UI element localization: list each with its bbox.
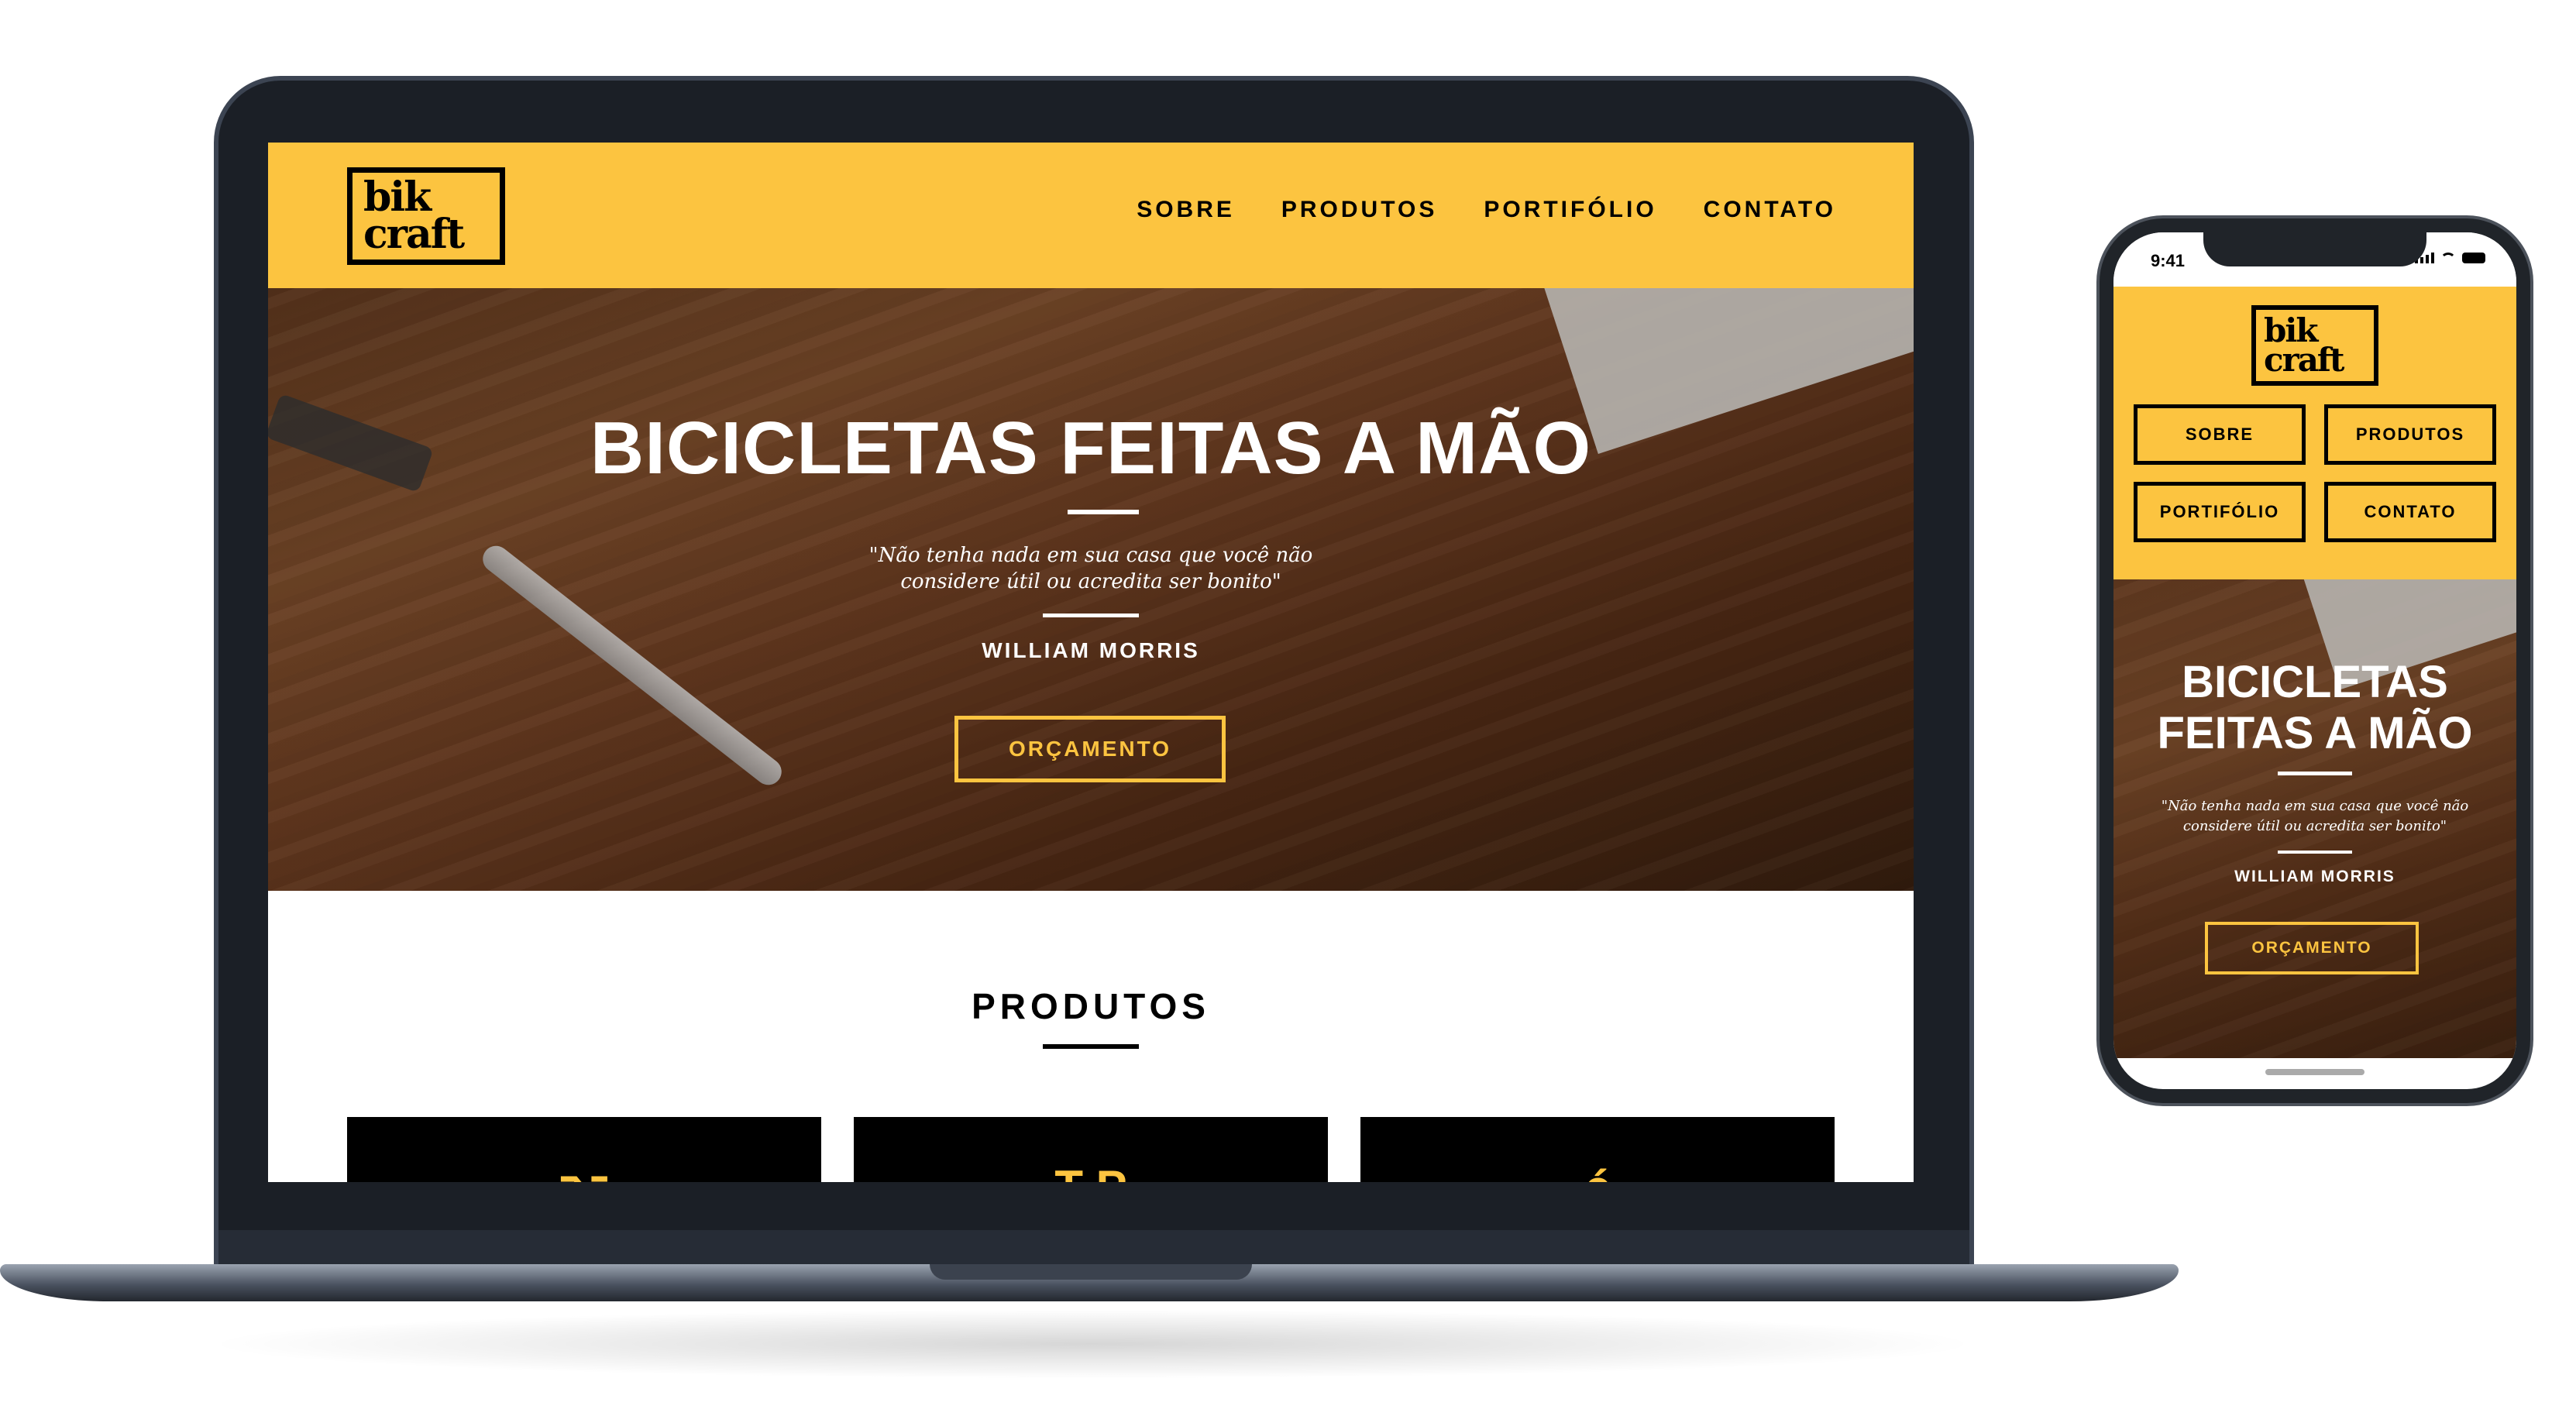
hero-quote-divider bbox=[1043, 613, 1139, 617]
products-title: PRODUTOS bbox=[972, 986, 1210, 1026]
status-icons bbox=[2415, 253, 2485, 263]
orcamento-button[interactable]: ORÇAMENTO bbox=[2205, 922, 2419, 974]
mobile-nav-sobre[interactable]: SOBRE bbox=[2134, 404, 2306, 465]
logo-line-2: craft bbox=[363, 211, 465, 258]
phone-notch bbox=[2203, 226, 2426, 266]
hero-title-line-1: BICICLETAS bbox=[2182, 657, 2448, 707]
mobile-website: 9:41 bik craft SOBRE PRODUTOS PORTIFÓLIO… bbox=[2113, 232, 2516, 1089]
laptop-shadow bbox=[201, 1309, 1983, 1379]
nav-link-sobre[interactable]: SOBRE bbox=[1137, 197, 1235, 223]
device-mockup-stage: bik craft SOBRE PRODUTOS PORTIFÓLIO CONT… bbox=[0, 0, 2576, 1416]
hero-title-divider bbox=[2278, 772, 2352, 775]
nav-link-portifolio[interactable]: PORTIFÓLIO bbox=[1484, 197, 1656, 223]
hero-title: BICICLETAS FEITAS A MÃO bbox=[590, 407, 1592, 490]
hero-title-line-2: FEITAS A MÃO bbox=[2157, 708, 2473, 758]
mobile-hero: BICICLETAS FEITAS A MÃO "Não tenha nada … bbox=[2113, 579, 2516, 1058]
hero-quote-divider bbox=[2278, 851, 2352, 854]
product-card[interactable]: ⌥ bbox=[347, 1117, 821, 1182]
products-title-divider bbox=[1043, 1044, 1139, 1049]
home-indicator[interactable] bbox=[2265, 1069, 2364, 1075]
nav-link-contato[interactable]: CONTATO bbox=[1704, 197, 1836, 223]
logo-icon[interactable]: bik craft bbox=[347, 167, 505, 265]
laptop-hinge-notch bbox=[930, 1264, 1252, 1280]
mobile-header: bik craft SOBRE PRODUTOS PORTIFÓLIO CONT… bbox=[2113, 287, 2516, 579]
logo-line-2: craft bbox=[2264, 341, 2344, 379]
product-icon: T P bbox=[854, 1160, 1328, 1182]
desktop-website: bik craft SOBRE PRODUTOS PORTIFÓLIO CONT… bbox=[268, 143, 1914, 1182]
logo-icon[interactable]: bik craft bbox=[2251, 305, 2378, 386]
mobile-nav-contato[interactable]: CONTATO bbox=[2324, 482, 2496, 542]
nav-link-produtos[interactable]: PRODUTOS bbox=[1281, 197, 1437, 223]
product-card[interactable]: T P bbox=[854, 1117, 1328, 1182]
wifi-icon bbox=[2440, 253, 2456, 263]
desktop-header: bik craft SOBRE PRODUTOS PORTIFÓLIO CONT… bbox=[268, 143, 1914, 288]
hero-author: WILLIAM MORRIS bbox=[2234, 868, 2395, 885]
mobile-nav-portifolio[interactable]: PORTIFÓLIO bbox=[2134, 482, 2306, 542]
hero-quote: "Não tenha nada em sua casa que você não… bbox=[2161, 798, 2469, 834]
hero-title-divider bbox=[1068, 510, 1139, 514]
desktop-hero: BICICLETAS FEITAS A MÃO "Não tenha nada … bbox=[268, 288, 1914, 891]
desktop-nav: SOBRE PRODUTOS PORTIFÓLIO CONTATO bbox=[1137, 197, 1836, 223]
hero-author: WILLIAM MORRIS bbox=[982, 638, 1200, 662]
battery-icon bbox=[2462, 253, 2485, 263]
hero-quote: "Não tenha nada em sua casa que você não… bbox=[868, 544, 1313, 593]
product-icon: ć bbox=[1360, 1160, 1835, 1182]
products-section: PRODUTOS ⌥ T P ć bbox=[268, 891, 1914, 1182]
status-time: 9:41 bbox=[2151, 251, 2186, 270]
orcamento-button[interactable]: ORÇAMENTO bbox=[954, 716, 1226, 782]
product-icon: ⌥ bbox=[347, 1160, 821, 1182]
hero-title: BICICLETAS FEITAS A MÃO bbox=[2113, 657, 2516, 759]
mobile-nav-produtos[interactable]: PRODUTOS bbox=[2324, 404, 2496, 465]
product-card[interactable]: ć bbox=[1360, 1117, 1835, 1182]
